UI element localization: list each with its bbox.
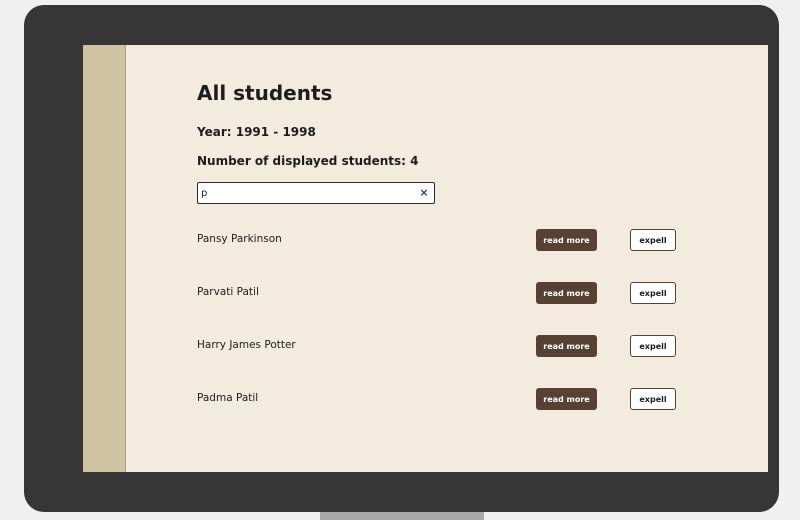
monitor-frame: All students Year: 1991 - 1998 Number of… bbox=[24, 5, 779, 512]
student-name: Pansy Parkinson bbox=[197, 233, 282, 245]
expell-button[interactable]: expell bbox=[630, 282, 676, 304]
read-more-button[interactable]: read more bbox=[536, 282, 597, 304]
page-title: All students bbox=[197, 81, 333, 105]
student-row: Padma Patil read more expell bbox=[197, 388, 717, 441]
student-row: Parvati Patil read more expell bbox=[197, 282, 717, 335]
year-range: Year: 1991 - 1998 bbox=[197, 125, 316, 139]
expell-button[interactable]: expell bbox=[630, 229, 676, 251]
expell-button[interactable]: expell bbox=[630, 335, 676, 357]
displayed-count: Number of displayed students: 4 bbox=[197, 154, 419, 168]
read-more-button[interactable]: read more bbox=[536, 388, 597, 410]
monitor-stand bbox=[320, 512, 484, 520]
search-input[interactable] bbox=[201, 184, 411, 202]
app-screen: All students Year: 1991 - 1998 Number of… bbox=[83, 45, 768, 472]
search-box: × bbox=[197, 182, 435, 204]
student-row: Pansy Parkinson read more expell bbox=[197, 229, 717, 282]
student-list: Pansy Parkinson read more expell Parvati… bbox=[197, 229, 717, 441]
read-more-button[interactable]: read more bbox=[536, 335, 597, 357]
student-row: Harry James Potter read more expell bbox=[197, 335, 717, 388]
student-name: Padma Patil bbox=[197, 392, 259, 404]
expell-button[interactable]: expell bbox=[630, 388, 676, 410]
clear-icon[interactable]: × bbox=[418, 185, 430, 201]
read-more-button[interactable]: read more bbox=[536, 229, 597, 251]
student-name: Harry James Potter bbox=[197, 339, 296, 351]
sidebar bbox=[83, 45, 126, 472]
student-name: Parvati Patil bbox=[197, 286, 259, 298]
main-content: All students Year: 1991 - 1998 Number of… bbox=[197, 45, 717, 472]
